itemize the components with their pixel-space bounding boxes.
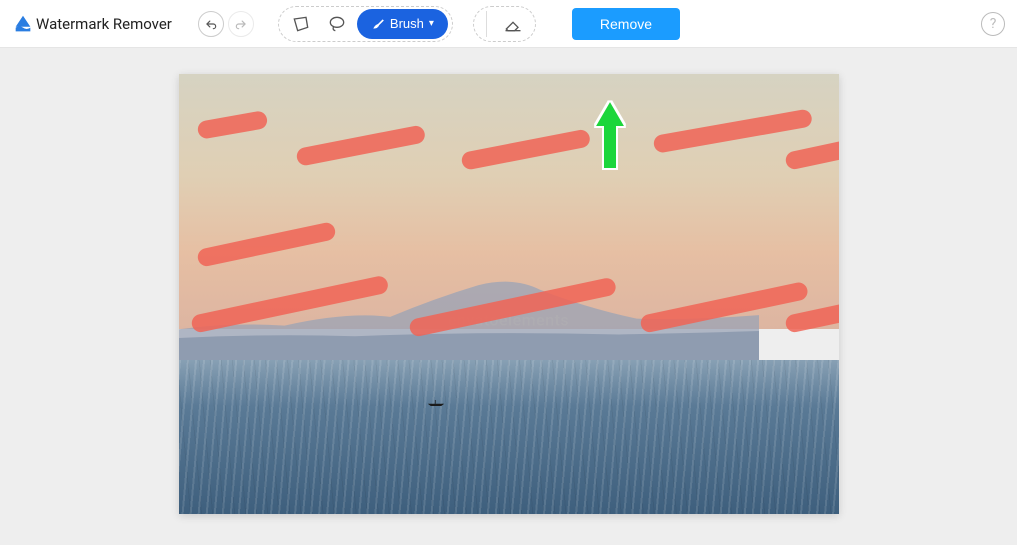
water-region	[179, 360, 839, 514]
boat-icon	[423, 400, 449, 406]
selection-tools: Brush ▾	[278, 6, 453, 42]
eraser-tool-button[interactable]	[495, 9, 531, 39]
lasso-icon	[327, 14, 347, 34]
help-button[interactable]: ?	[981, 12, 1005, 36]
topbar: Watermark Remover	[0, 0, 1017, 48]
chevron-down-icon: ▾	[429, 19, 434, 29]
eraser-icon	[503, 14, 523, 34]
canvas-area: envatoelements	[0, 48, 1017, 545]
brush-label: Brush	[390, 16, 424, 31]
image-canvas[interactable]: envatoelements	[179, 74, 839, 514]
toolbar-divider	[486, 11, 487, 37]
polygon-icon	[291, 14, 311, 34]
logo-area: Watermark Remover	[12, 13, 172, 35]
app-title: Watermark Remover	[36, 15, 172, 33]
undo-icon	[204, 17, 218, 31]
redo-icon	[234, 17, 248, 31]
undo-button[interactable]	[198, 11, 224, 37]
brush-icon	[371, 17, 385, 31]
lasso-tool-button[interactable]	[319, 9, 355, 39]
remove-button[interactable]: Remove	[572, 8, 680, 40]
app-logo-icon	[12, 13, 34, 35]
history-buttons	[198, 11, 254, 37]
brush-tool-button[interactable]: Brush ▾	[357, 9, 448, 39]
redo-button[interactable]	[228, 11, 254, 37]
polygon-tool-button[interactable]	[283, 9, 319, 39]
eraser-group	[473, 6, 536, 42]
